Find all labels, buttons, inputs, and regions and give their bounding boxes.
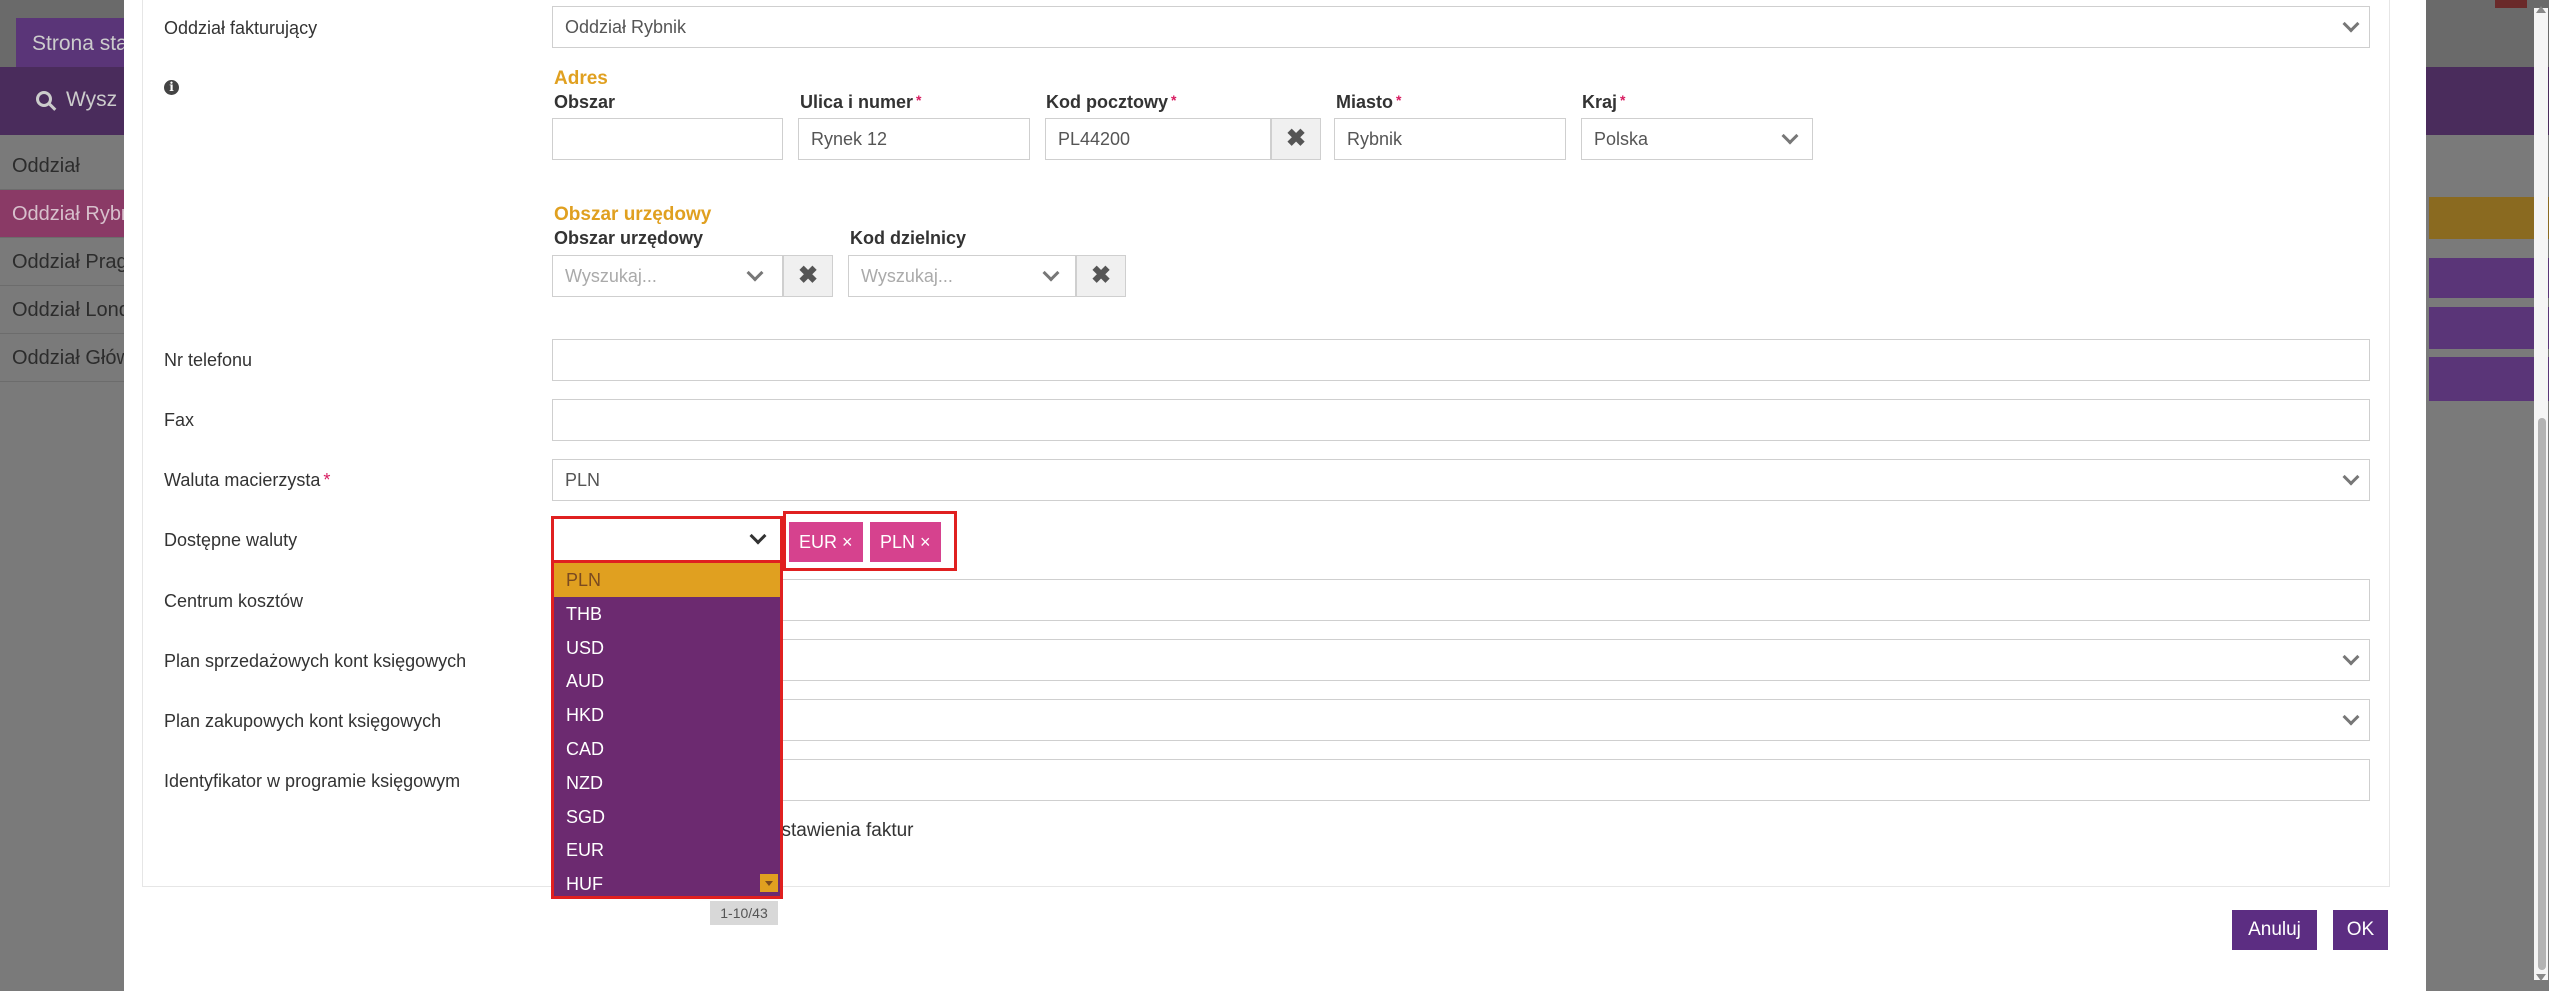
currency-option[interactable]: AUD	[554, 664, 780, 698]
search-icon	[36, 91, 52, 107]
cost-center-label: Centrum kosztów	[164, 591, 304, 611]
branch-edit-modal: Oddział fakturujący Oddział Rybnik i Adr…	[124, 0, 2548, 991]
dropdown-pager: 1-10/43	[710, 901, 778, 925]
background-branch-list: Oddział Oddział Rybn Oddział Prag Oddzia…	[0, 142, 124, 382]
required-marker: *	[323, 470, 331, 490]
chevron-down-icon	[2342, 708, 2360, 726]
currency-option[interactable]: NZD	[554, 766, 780, 800]
currency-option[interactable]: CAD	[554, 732, 780, 766]
district-code-label: Kod dzielnicy	[850, 228, 967, 248]
background-home-tab: Strona sta	[16, 18, 136, 67]
street-input[interactable]: Rynek 12	[798, 118, 1030, 160]
postal-code-input[interactable]: PL44200	[1045, 118, 1271, 160]
clear-official-area-button[interactable]: ✖	[783, 255, 833, 297]
accounting-id-label: Identyfikator w programie księgowym	[164, 771, 461, 791]
cancel-button[interactable]: Anuluj	[2232, 910, 2317, 950]
background-right-bar	[2429, 307, 2549, 349]
required-marker: *	[1620, 92, 1626, 108]
background-close-button	[2495, 0, 2527, 8]
background-right-bar	[2429, 357, 2549, 401]
billing-branch-select[interactable]: Oddział Rybnik	[552, 6, 2370, 48]
background-list-item: Oddział	[0, 142, 124, 190]
postal-code-label-text: Kod pocztowy	[1046, 92, 1168, 112]
address-section-title: Adres	[554, 68, 608, 89]
sales-accounts-plan-select[interactable]	[552, 639, 2370, 681]
clear-postal-code-button[interactable]: ✖	[1271, 118, 1321, 160]
official-area-section-title: Obszar urzędowy	[554, 204, 712, 225]
clear-district-code-button[interactable]: ✖	[1076, 255, 1126, 297]
parent-currency-label-text: Waluta macierzysta	[164, 470, 321, 490]
modal-scrollbar-thumb[interactable]	[2538, 418, 2546, 970]
background-search-text: Wysz	[66, 88, 118, 111]
fax-label: Fax	[164, 410, 195, 430]
phone-label: Nr telefonu	[164, 350, 253, 370]
currency-option[interactable]: EUR	[554, 833, 780, 867]
selected-currencies: EUR × PLN ×	[783, 511, 957, 571]
official-area-label: Obszar urzędowy	[554, 228, 704, 248]
sales-accounts-plan-label: Plan sprzedażowych kont księgowych	[164, 651, 467, 671]
dropdown-scroll-down-icon[interactable]	[760, 874, 778, 892]
city-label: Miasto *	[1336, 92, 1401, 113]
chevron-down-icon	[2342, 648, 2360, 666]
ok-button[interactable]: OK	[2333, 910, 2388, 950]
available-currencies-select[interactable]	[551, 516, 783, 563]
district-code-select[interactable]: Wyszukaj...	[848, 255, 1076, 297]
city-label-text: Miasto	[1336, 92, 1394, 112]
street-label: Ulica i numer *	[800, 92, 922, 113]
district-code-placeholder: Wyszukaj...	[861, 266, 953, 286]
currency-option[interactable]: HKD	[554, 698, 780, 732]
currency-option[interactable]: PLN	[554, 563, 780, 597]
chevron-down-icon	[746, 264, 764, 282]
country-value: Polska	[1594, 129, 1649, 149]
background-list-item: Oddział Głów	[0, 334, 124, 382]
required-marker: *	[1171, 92, 1177, 108]
invoice-checkbox-label[interactable]: ystawienia faktur	[772, 820, 914, 842]
cost-center-input[interactable]	[552, 579, 2370, 621]
currency-tag-pln[interactable]: PLN ×	[870, 522, 941, 562]
city-input[interactable]: Rybnik	[1334, 118, 1566, 160]
background-gold-bar	[2429, 197, 2549, 239]
scroll-up-arrow-icon[interactable]	[2536, 6, 2546, 13]
currency-tag-eur[interactable]: EUR ×	[789, 522, 863, 562]
background-list-item: Oddział Lond	[0, 286, 124, 334]
chevron-down-icon	[1781, 127, 1799, 145]
currency-option[interactable]: USD	[554, 631, 780, 665]
currency-option[interactable]: THB	[554, 597, 780, 631]
parent-currency-select[interactable]: PLN	[552, 459, 2370, 501]
area-label: Obszar	[554, 92, 616, 112]
currency-option[interactable]: HUF	[554, 867, 780, 896]
chevron-down-icon	[2342, 15, 2360, 33]
required-marker: *	[1396, 92, 1402, 108]
background-search: Wysz	[36, 88, 117, 112]
billing-branch-label: Oddział fakturujący	[164, 18, 318, 38]
country-label: Kraj *	[1582, 92, 1625, 113]
country-label-text: Kraj	[1582, 92, 1618, 112]
background-right-bar	[2429, 258, 2549, 298]
billing-branch-value: Oddział Rybnik	[565, 17, 687, 37]
official-area-select[interactable]: Wyszukaj...	[552, 255, 783, 297]
background-list-item: Oddział Prag	[0, 238, 124, 286]
chevron-down-icon	[1042, 264, 1060, 282]
chevron-down-icon	[749, 527, 767, 545]
purchase-accounts-plan-label: Plan zakupowych kont księgowych	[164, 711, 442, 731]
available-currencies-label: Dostępne waluty	[164, 530, 298, 550]
street-label-text: Ulica i numer	[800, 92, 914, 112]
parent-currency-label: Waluta macierzysta *	[164, 470, 330, 491]
official-area-placeholder: Wyszukaj...	[565, 266, 657, 286]
parent-currency-value: PLN	[565, 470, 601, 490]
scroll-down-arrow-icon[interactable]	[2536, 974, 2546, 981]
phone-input[interactable]	[552, 339, 2370, 381]
background-list-item: Oddział Rybn	[0, 190, 124, 238]
required-marker: *	[916, 92, 922, 108]
purchase-accounts-plan-select[interactable]	[552, 699, 2370, 741]
accounting-id-input[interactable]	[552, 759, 2370, 801]
chevron-down-icon	[2342, 468, 2360, 486]
postal-code-label: Kod pocztowy *	[1046, 92, 1176, 113]
currency-dropdown-list: PLN THB USD AUD HKD CAD NZD SGD EUR HUF	[551, 563, 783, 899]
fax-input[interactable]	[552, 399, 2370, 441]
info-icon[interactable]: i	[164, 80, 179, 95]
currency-option[interactable]: SGD	[554, 800, 780, 834]
country-select[interactable]: Polska	[1581, 118, 1813, 160]
area-input[interactable]	[552, 118, 783, 160]
